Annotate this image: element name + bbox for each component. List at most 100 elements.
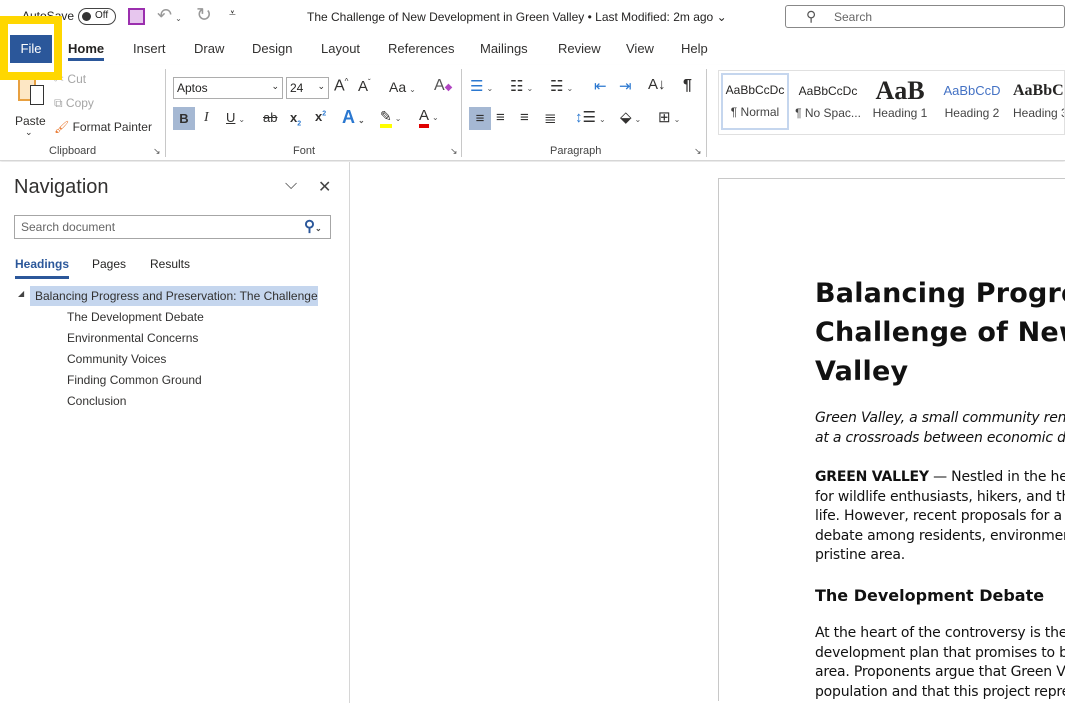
font-size-select[interactable]: 24 ⌄ [286,77,329,99]
tab-mailings[interactable]: Mailings [480,41,528,56]
style-heading-1[interactable]: AaB Heading 1 [865,76,935,133]
change-case-button[interactable]: Aa ⌄ [389,79,416,95]
align-right-icon[interactable]: ≡ [520,109,529,126]
document-page[interactable]: Balancing Progress and Preservation: The… [718,178,1065,701]
search-box[interactable]: ⚲ Search [785,5,1065,28]
autosave-toggle[interactable]: Off [78,8,116,25]
chevron-down-icon: ⌄ [271,81,279,91]
tab-design[interactable]: Design [252,41,292,56]
style-preview: AaB [875,76,925,105]
undo-icon[interactable]: ↶ ⌄ [157,5,182,26]
font-name-value: Aptos [177,81,208,95]
scissors-icon: ✂ [54,72,65,86]
navigation-pane: Navigation ⌵ ✕ Search document ⚲⌄ Headin… [0,162,350,703]
divider [461,69,462,157]
italic-button[interactable]: I [204,110,209,126]
paragraph-group-label: Paragraph [550,145,602,157]
tab-references[interactable]: References [388,41,454,56]
sort-icon[interactable]: A↓ [648,76,666,93]
paragraph-line: At the heart of the controversy is the p… [815,625,1065,641]
align-left-icon[interactable]: ≡ [469,107,491,130]
nav-heading-root[interactable]: Balancing Progress and Preservation: The… [30,286,318,306]
divider [165,69,166,157]
style-heading-3[interactable]: AaBbC Heading 3 [1009,76,1064,133]
copy-button[interactable]: ⧉ Copy [54,96,94,111]
cut-label: Cut [67,72,87,86]
nav-heading-item[interactable]: Community Voices [67,352,166,366]
tab-file[interactable]: File [10,35,52,63]
tab-view[interactable]: View [626,41,654,56]
nav-tab-results[interactable]: Results [150,257,190,271]
dialog-launcher-icon[interactable]: ↘ [450,146,458,157]
paste-page-icon [30,85,44,105]
multilevel-list-icon[interactable]: ☵ ⌄ [550,77,573,95]
nav-heading-item[interactable]: The Development Debate [67,310,204,324]
shrink-font-icon[interactable]: Aˇ [358,78,371,95]
borders-icon[interactable]: ⊞ ⌄ [658,108,680,126]
cut-button[interactable]: ✂ Cut [54,72,86,86]
lead-paragraph: GREEN VALLEY — Nestled in the heart of f… [815,468,1065,566]
subtitle-line: at a crossroads between economic develop… [815,429,1065,446]
show-formatting-marks-icon[interactable]: ¶ [683,77,692,95]
pane-options-icon[interactable]: ⌵ [285,176,297,194]
decrease-indent-icon[interactable]: ⇤ [594,77,607,95]
nav-heading-item[interactable]: Environmental Concerns [67,331,198,345]
font-name-select[interactable]: Aptos ⌄ [173,77,283,99]
ribbon-tabs: Home Insert Draw Design Layout Reference… [0,33,1065,65]
paragraph-line: development plan that promises to bring [815,644,1065,661]
nav-heading-item[interactable]: Conclusion [67,394,126,408]
nav-tab-headings[interactable]: Headings [15,257,70,279]
nav-tab-pages[interactable]: Pages [92,257,126,271]
save-icon[interactable] [128,8,145,25]
style-normal[interactable]: AaBbCcDc ¶ Normal [721,73,789,130]
line-spacing-icon[interactable]: ↕☰ ⌄ [575,108,606,126]
font-group-label: Font [293,145,316,157]
style-name: ¶ No Spac... [795,106,861,120]
grow-font-icon[interactable]: A^ [334,77,348,95]
tab-layout[interactable]: Layout [321,41,360,56]
section-paragraph: At the heart of the controversy is the p… [815,624,1065,702]
text-effects-icon[interactable]: A ⌄ [342,107,365,128]
highlight-color-icon[interactable]: ✎ ⌄ [380,108,401,128]
tab-help[interactable]: Help [681,41,708,56]
format-painter-button[interactable]: 🖌 Format Painter [54,120,152,134]
tab-home[interactable]: Home [68,41,105,61]
underline-button[interactable]: U ⌄ [226,110,245,125]
numbering-icon[interactable]: ☷ ⌄ [510,77,533,95]
increase-indent-icon[interactable]: ⇥ [619,77,632,95]
autosave-state: Off [95,10,109,21]
dialog-launcher-icon[interactable]: ↘ [153,146,161,157]
close-icon[interactable]: ✕ [318,177,331,197]
style-heading-2[interactable]: AaBbCcD Heading 2 [937,76,1007,133]
subscript-icon[interactable]: x2 [290,110,301,128]
redo-icon[interactable]: ↻ [196,4,212,27]
nav-heading-item[interactable]: Finding Common Ground [67,373,202,387]
bold-button[interactable]: B [173,107,195,130]
title-separator: • [587,10,592,24]
justify-icon[interactable]: ≣ [544,109,557,127]
chevron-down-icon: ⌄ [716,10,727,24]
collapse-triangle-icon[interactable]: ◢ [18,289,24,298]
toggle-knob [82,12,91,21]
navigation-title: Navigation [14,176,109,198]
customize-toolbar-icon[interactable]: ⩡ [229,6,236,21]
superscript-icon[interactable]: x2 [315,109,326,124]
document-title: Balancing Progress and Preservation: The… [815,274,1065,391]
title-bar: AutoSave Off ↶ ⌄ ↻ ⩡ The Challenge of New… [0,0,1065,33]
document-subtitle: Green Valley, a small community renowned… [815,409,1065,448]
shading-icon[interactable]: ⬙ ⌄ [620,108,641,126]
section-heading: The Development Debate [815,586,1045,605]
bullets-icon[interactable]: ☰ ⌄ [470,77,493,95]
dialog-launcher-icon[interactable]: ↘ [694,146,702,157]
style-no-spacing[interactable]: AaBbCcDc ¶ No Spac... [793,76,863,133]
tab-review[interactable]: Review [558,41,601,56]
document-title[interactable]: The Challenge of New Development in Gree… [307,10,727,24]
tab-insert[interactable]: Insert [133,41,166,56]
align-center-icon[interactable]: ≡ [496,109,505,126]
tab-draw[interactable]: Draw [194,41,224,56]
clear-formatting-icon[interactable]: A◆ [434,77,452,95]
font-color-icon[interactable]: A ⌄ [419,107,439,128]
search-document-input[interactable]: Search document ⚲⌄ [14,215,331,239]
styles-gallery: AaBbCcDc ¶ Normal AaBbCcDc ¶ No Spac... Aa… [718,70,1065,135]
strikethrough-button[interactable]: ab [263,110,277,125]
